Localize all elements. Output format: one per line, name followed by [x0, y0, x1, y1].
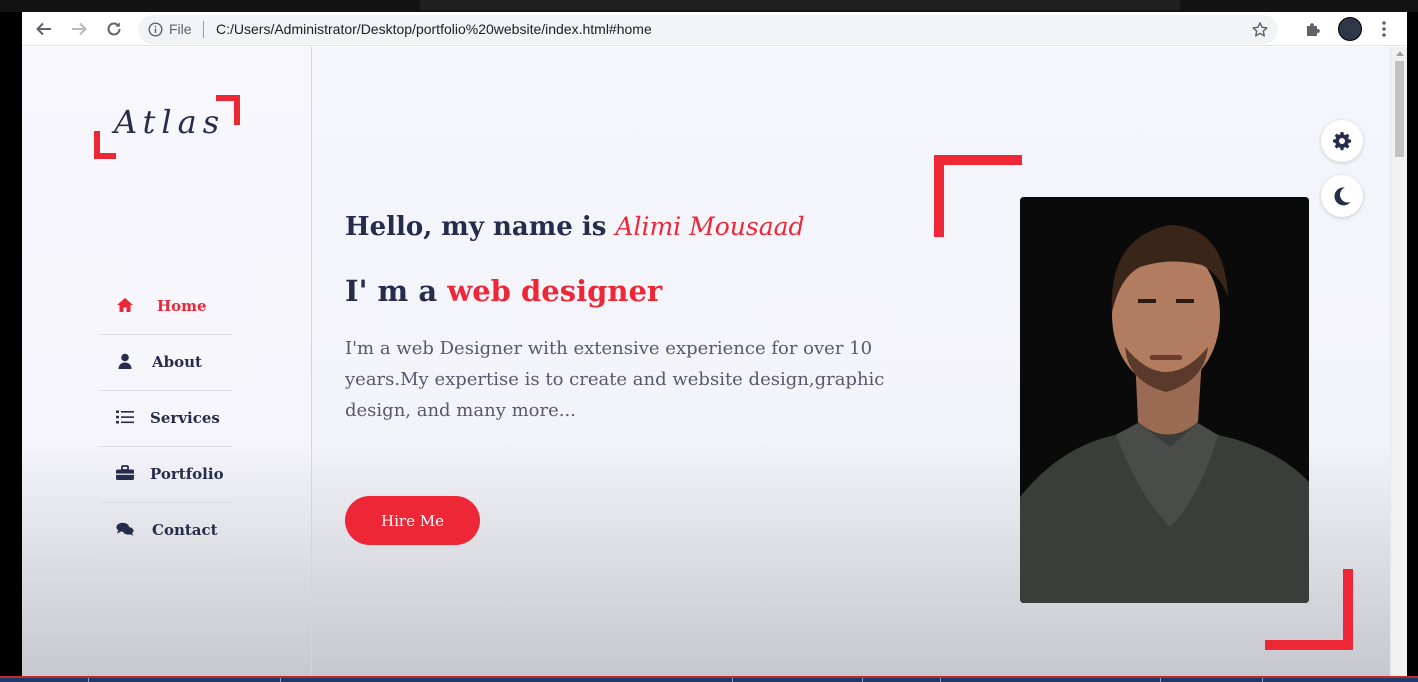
taskbar-divider — [88, 678, 89, 682]
nav-label-contact: Contact — [152, 521, 218, 539]
right-black-border — [1407, 12, 1418, 682]
window-top-strip — [0, 0, 1418, 12]
briefcase-icon — [116, 465, 134, 480]
role-heading: I' m a web designer — [345, 274, 662, 308]
taskbar-divider — [732, 678, 733, 682]
page-info-label[interactable]: File — [169, 21, 192, 37]
list-icon — [116, 410, 134, 424]
os-taskbar — [0, 676, 1418, 682]
logo-text: Atlas — [114, 103, 226, 141]
browser-toolbar: File C:/Users/Administrator/Desktop/port… — [22, 12, 1407, 46]
nav-item-about[interactable]: About — [100, 335, 232, 391]
back-arrow-icon — [36, 22, 51, 36]
person-name: Alimi Mousaad — [615, 212, 805, 241]
taskbar-divider — [1160, 678, 1161, 682]
main-nav: Home About Services Portfolio Contact — [100, 279, 232, 559]
address-bar[interactable]: File C:/Users/Administrator/Desktop/port… — [138, 15, 1278, 44]
back-button[interactable] — [32, 17, 56, 41]
profile-avatar[interactable] — [1338, 17, 1362, 41]
comments-icon — [116, 522, 134, 536]
page-viewport: Atlas Home About Services Portfolio Cont… — [22, 47, 1407, 676]
user-icon — [118, 353, 132, 369]
greeting-text: Hello, my name is — [345, 212, 607, 242]
sidebar: Atlas Home About Services Portfolio Cont… — [22, 47, 312, 676]
forward-button[interactable] — [67, 17, 91, 41]
nav-label-home: Home — [157, 297, 207, 315]
gear-icon — [1333, 132, 1352, 151]
tab-strip — [420, 0, 1180, 10]
scroll-up-arrow-icon[interactable] — [1396, 51, 1404, 56]
nav-item-services[interactable]: Services — [100, 391, 232, 447]
page-scrollbar[interactable] — [1390, 47, 1407, 676]
reload-icon — [107, 22, 121, 36]
home-icon — [117, 298, 133, 312]
role-highlight: web designer — [447, 274, 663, 308]
nav-label-about: About — [152, 353, 202, 371]
nav-item-portfolio[interactable]: Portfolio — [100, 447, 232, 503]
taskbar-divider — [940, 678, 941, 682]
settings-button[interactable] — [1321, 120, 1363, 162]
bookmark-star-icon[interactable] — [1251, 21, 1269, 39]
left-black-border — [0, 12, 22, 682]
scroll-thumb[interactable] — [1395, 61, 1404, 157]
logo-corner-bottom-left — [94, 131, 116, 159]
reload-button[interactable] — [102, 17, 126, 41]
nav-item-home[interactable]: Home — [100, 279, 232, 335]
taskbar-divider — [862, 678, 863, 682]
taskbar-divider — [280, 678, 281, 682]
profile-portrait — [1020, 197, 1309, 603]
role-prefix: I' m a — [345, 274, 438, 308]
info-icon[interactable] — [148, 22, 163, 37]
extensions-puzzle-icon[interactable] — [1304, 19, 1324, 39]
moon-icon — [1334, 187, 1351, 206]
nav-item-contact[interactable]: Contact — [100, 503, 232, 559]
bio-paragraph: I'm a web Designer with extensive experi… — [345, 338, 885, 421]
theme-toggle-button[interactable] — [1321, 175, 1363, 217]
portrait-frame-top-left — [934, 155, 1022, 237]
taskbar-divider — [1262, 678, 1263, 682]
portrait-image — [1020, 197, 1309, 603]
nav-label-services: Services — [150, 409, 220, 427]
hire-me-button[interactable]: Hire Me — [345, 496, 480, 545]
browser-window: File C:/Users/Administrator/Desktop/port… — [22, 12, 1407, 676]
greeting-heading: Hello, my name is Alimi Mousaad — [345, 212, 805, 242]
address-divider — [203, 21, 204, 38]
browser-menu-icon[interactable] — [1378, 20, 1390, 38]
url-text[interactable]: C:/Users/Administrator/Desktop/portfolio… — [216, 21, 652, 37]
site-logo[interactable]: Atlas — [94, 95, 240, 159]
forward-arrow-icon — [72, 22, 87, 36]
nav-label-portfolio: Portfolio — [150, 465, 224, 483]
